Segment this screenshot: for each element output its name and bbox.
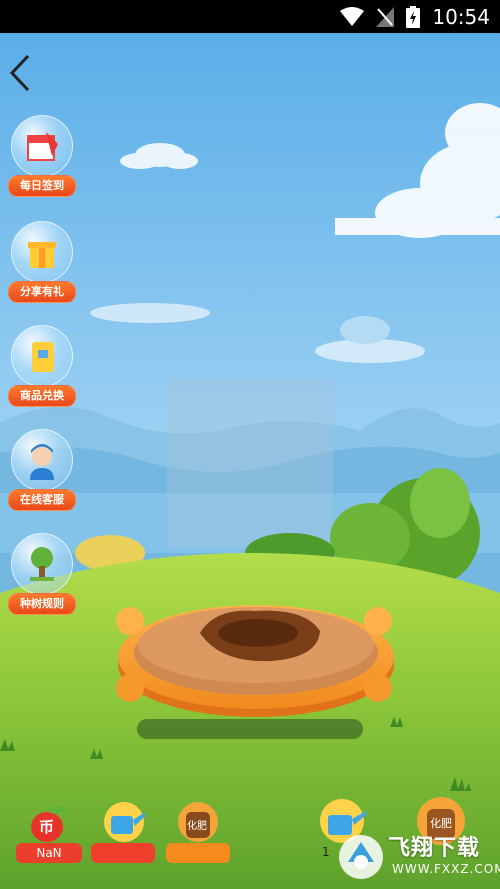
watering-count: 1	[322, 845, 330, 859]
bubble	[11, 429, 73, 491]
planting-pot[interactable]	[116, 605, 394, 717]
watering-can-icon	[104, 802, 145, 842]
side-item-label: 分享有礼	[8, 281, 76, 303]
back-button[interactable]	[2, 52, 40, 94]
watermark-url: WWW.FXXZ.COM	[392, 862, 500, 876]
tree-icon	[30, 547, 54, 581]
calendar-icon	[27, 132, 58, 161]
coin-balance[interactable]: 币 NaN	[16, 803, 82, 863]
support-agent-icon	[30, 444, 54, 480]
side-item-share-gift[interactable]: 分享有礼	[8, 221, 78, 303]
side-item-label: 在线客服	[8, 489, 76, 511]
status-time: 10:54	[432, 4, 490, 29]
bubble	[11, 533, 73, 595]
watering-can-button[interactable]	[91, 800, 156, 863]
side-item-label: 商品兑换	[8, 385, 76, 407]
side-item-label: 种树规则	[8, 593, 76, 615]
chevron-left-icon	[9, 54, 30, 92]
battery-charging-icon	[406, 5, 421, 28]
site-watermark: 飞翔下载 WWW.FXXZ.COM	[334, 826, 500, 889]
status-icons: 10:54	[340, 0, 490, 33]
wifi-icon	[340, 6, 365, 26]
bubble	[11, 221, 73, 283]
side-item-product-exchange[interactable]: 商品兑换	[8, 325, 78, 407]
watermark-title: 飞翔下载	[388, 836, 481, 861]
coin-glyph: 币	[39, 818, 55, 836]
side-item-planting-rules[interactable]: 种树规则	[8, 533, 78, 615]
voucher-icon	[32, 342, 54, 372]
side-item-daily-checkin[interactable]: 每日签到	[8, 115, 78, 197]
coin-value: NaN	[16, 843, 82, 863]
no-signal-icon	[376, 6, 395, 27]
watermark-logo-icon	[339, 835, 383, 879]
bubble	[11, 115, 73, 177]
gift-icon	[28, 242, 56, 268]
status-bar: 10:54	[0, 0, 500, 33]
side-item-online-support[interactable]: 在线客服	[8, 429, 78, 511]
fertilizer-button[interactable]: 化肥	[166, 800, 231, 863]
side-item-label: 每日签到	[8, 175, 76, 197]
fertilizer-status-bar	[166, 843, 230, 863]
fertilizer-label: 化肥	[187, 821, 207, 832]
watering-status-bar	[91, 843, 155, 863]
bubble	[11, 325, 73, 387]
